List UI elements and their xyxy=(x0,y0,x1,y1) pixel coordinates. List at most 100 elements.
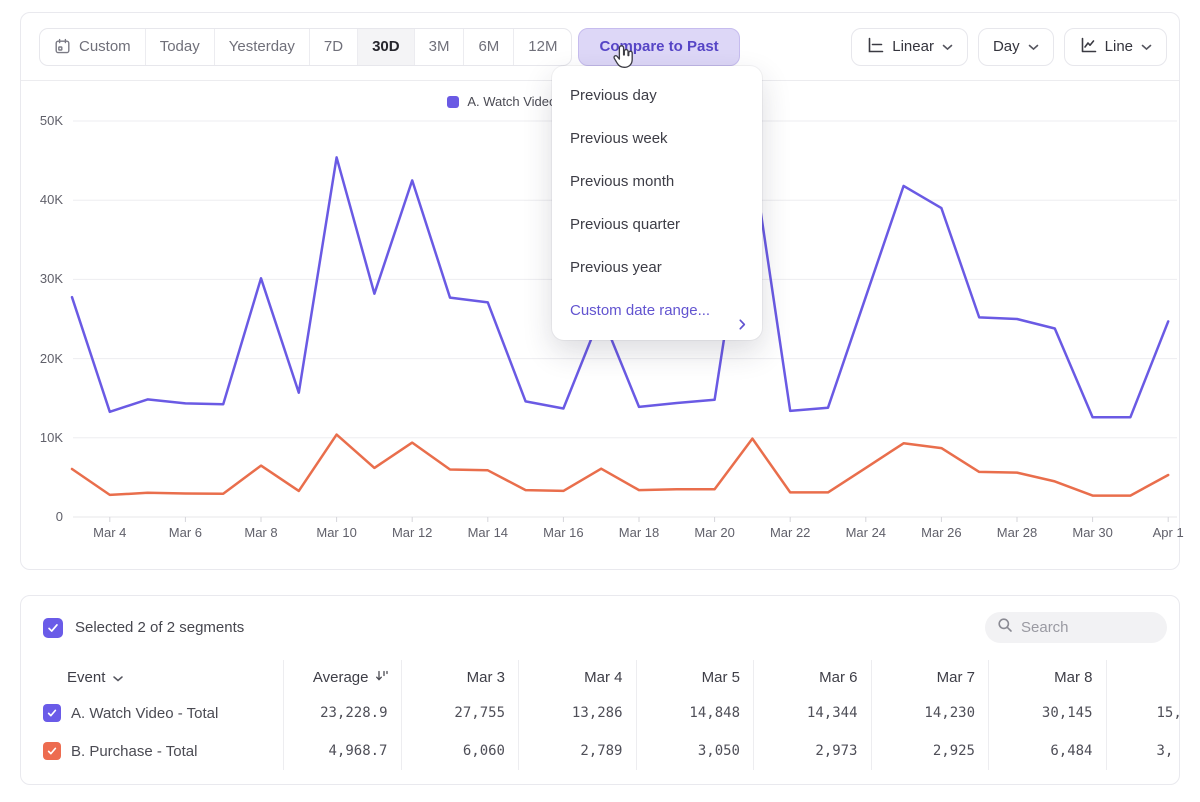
menu-item-previous-month[interactable]: Previous month xyxy=(552,160,762,203)
compare-to-past-label: Compare to Past xyxy=(599,38,718,55)
menu-item-custom-date-range[interactable]: Custom date range... xyxy=(552,289,762,332)
menu-item-previous-year[interactable]: Previous year xyxy=(552,246,762,289)
calendar-icon xyxy=(54,38,71,55)
value-cell: 14,848 xyxy=(636,694,754,732)
event-name: A. Watch Video - Total xyxy=(71,705,218,722)
column-header-mar-6: Mar 6 xyxy=(753,660,871,694)
x-axis-tick-label: Apr 1 xyxy=(1135,525,1200,540)
value-cell: 30,145 xyxy=(988,694,1106,732)
linear-axis-icon xyxy=(866,36,884,58)
search-icon xyxy=(997,617,1013,638)
x-axis-tick-label: Mar 30 xyxy=(1060,525,1126,540)
segment-checkbox-a-watch-video-total[interactable] xyxy=(43,704,61,722)
chevron-down-icon xyxy=(942,38,953,55)
series-line-b-purchase-total xyxy=(72,435,1168,496)
column-header-label: Mar 6 xyxy=(819,669,857,686)
date-preset-custom[interactable]: Custom xyxy=(40,29,146,65)
segments-header: Selected 2 of 2 segments xyxy=(21,596,1179,643)
value-cell: 15, xyxy=(1106,694,1181,732)
date-preset-label: Custom xyxy=(79,38,131,55)
value-cell: 3, xyxy=(1106,732,1181,770)
date-preset-label: 6M xyxy=(478,38,499,55)
x-axis-tick-label: Mar 12 xyxy=(379,525,445,540)
select-all-checkbox[interactable] xyxy=(43,618,63,638)
table-header-row: Event Average Mar 3Mar 4 Mar 5 Mar 6 Mar 7 Mar… xyxy=(21,660,1180,694)
chevron-down-icon xyxy=(1141,38,1152,55)
column-header-mar-5: Mar 5 xyxy=(636,660,754,694)
column-header-label: Mar 7 xyxy=(937,669,975,686)
date-preset-label: 3M xyxy=(429,38,450,55)
value-cell: 2,925 xyxy=(871,732,989,770)
chart-type-label: Line xyxy=(1105,38,1133,55)
x-axis-tick-label: Mar 14 xyxy=(455,525,521,540)
table-row-a-watch-video-total: A. Watch Video - Total 23,228.927,75513,2… xyxy=(21,694,1180,732)
y-axis-tick-label: 0 xyxy=(21,509,63,524)
column-header-mar-4: Mar 4 xyxy=(518,660,636,694)
compare-menu-list: Previous dayPrevious weekPrevious monthP… xyxy=(552,74,762,332)
date-preset-label: Yesterday xyxy=(229,38,295,55)
date-preset-label: 7D xyxy=(324,38,343,55)
chart-type-dropdown-button[interactable]: Line xyxy=(1064,28,1167,66)
value-cell: 3,050 xyxy=(636,732,754,770)
x-axis-tick-label: Mar 6 xyxy=(152,525,218,540)
column-header-label: Mar 8 xyxy=(1054,669,1092,686)
compare-to-past-button[interactable]: Compare to Past xyxy=(578,28,739,66)
date-preset-3m[interactable]: 3M xyxy=(415,29,465,65)
date-preset-6m[interactable]: 6M xyxy=(464,29,514,65)
value-cell: 14,344 xyxy=(753,694,871,732)
x-axis-tick-label: Mar 22 xyxy=(757,525,823,540)
sort-descending-icon xyxy=(375,669,388,686)
date-preset-label: Today xyxy=(160,38,200,55)
value-cell: 6,484 xyxy=(988,732,1106,770)
column-header-label: Mar 5 xyxy=(702,669,740,686)
value-cell: 6,060 xyxy=(401,732,519,770)
column-header-label: Average xyxy=(313,669,369,686)
value-cell: 2,789 xyxy=(518,732,636,770)
date-preset-yesterday[interactable]: Yesterday xyxy=(215,29,310,65)
date-preset-30d[interactable]: 30D xyxy=(358,29,415,65)
value-cell: 27,755 xyxy=(401,694,519,732)
value-cell: 23,228.9 xyxy=(283,694,401,732)
search-input[interactable] xyxy=(1021,619,1151,636)
column-header-label: M xyxy=(1179,669,1181,686)
date-preset-today[interactable]: Today xyxy=(146,29,215,65)
y-axis-tick-label: 50K xyxy=(21,113,63,128)
column-header-mar-3: Mar 3 xyxy=(401,660,519,694)
event-cell: A. Watch Video - Total xyxy=(21,694,283,732)
column-header-average[interactable]: Average xyxy=(283,660,401,694)
scale-dropdown-button[interactable]: Linear xyxy=(851,28,968,66)
column-header-event[interactable]: Event xyxy=(21,660,283,694)
date-preset-7d[interactable]: 7D xyxy=(310,29,358,65)
x-axis-tick-label: Mar 16 xyxy=(530,525,596,540)
event-header-label: Event xyxy=(67,669,105,686)
scale-label: Linear xyxy=(892,38,934,55)
x-axis-tick-label: Mar 4 xyxy=(77,525,143,540)
column-header-mar-7: Mar 7 xyxy=(871,660,989,694)
date-preset-12m[interactable]: 12M xyxy=(514,29,571,65)
y-axis-tick-label: 20K xyxy=(21,351,63,366)
x-axis-tick-label: Mar 18 xyxy=(606,525,672,540)
y-axis-tick-label: 10K xyxy=(21,430,63,445)
date-preset-label: 12M xyxy=(528,38,557,55)
menu-item-label: Custom date range... xyxy=(570,302,710,319)
menu-item-previous-week[interactable]: Previous week xyxy=(552,117,762,160)
chevron-down-icon xyxy=(113,669,123,686)
menu-item-previous-day[interactable]: Previous day xyxy=(552,74,762,117)
segments-table: Event Average Mar 3Mar 4 Mar 5 Mar 6 Mar 7 Mar… xyxy=(21,660,1180,770)
event-name: B. Purchase - Total xyxy=(71,743,197,760)
x-axis-tick-label: Mar 8 xyxy=(228,525,294,540)
x-axis-tick-label: Mar 20 xyxy=(682,525,748,540)
compare-to-past-menu: Previous dayPrevious weekPrevious monthP… xyxy=(552,66,762,340)
line-chart-icon xyxy=(1079,36,1097,58)
table-row-b-purchase-total: B. Purchase - Total4,968.76,0602,7893,05… xyxy=(21,732,1180,770)
value-cell: 14,230 xyxy=(871,694,989,732)
segment-checkbox-b-purchase-total[interactable] xyxy=(43,742,61,760)
event-cell: B. Purchase - Total xyxy=(21,732,283,770)
date-preset-label: 30D xyxy=(372,38,400,55)
y-axis-tick-label: 40K xyxy=(21,192,63,207)
menu-item-previous-quarter[interactable]: Previous quarter xyxy=(552,203,762,246)
value-cell: 13,286 xyxy=(518,694,636,732)
interval-dropdown-button[interactable]: Day xyxy=(978,28,1054,66)
segment-search[interactable] xyxy=(985,612,1167,643)
date-preset-group: Custom Today Yesterday 7D 30D 3M 6M 12M xyxy=(39,28,572,66)
